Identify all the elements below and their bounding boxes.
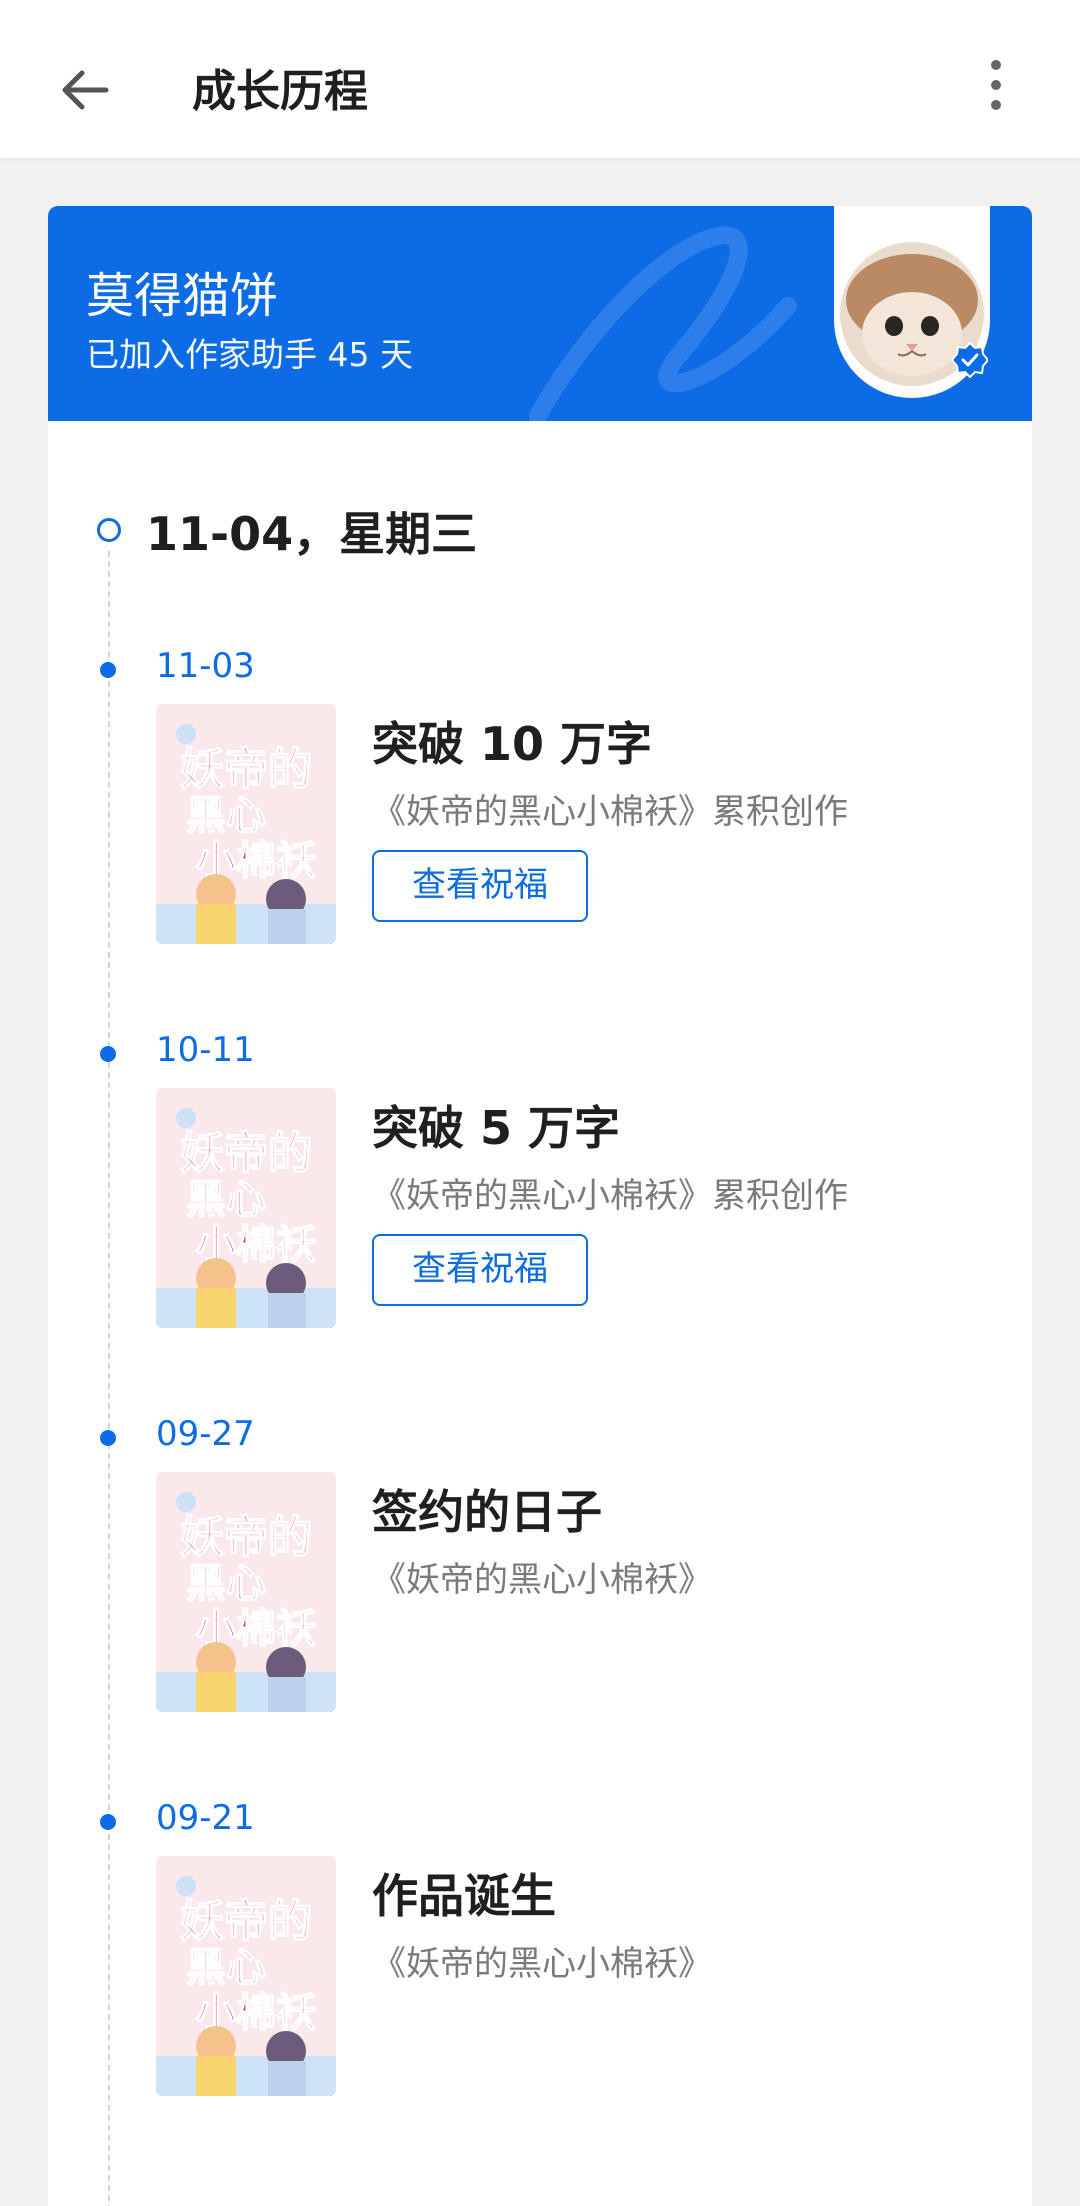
entry-date: 10-11 [156,1030,255,1070]
user-name: 莫得猫饼 [86,268,279,324]
entry-subtitle: 《妖帝的黑心小棉袄》累积创作 [372,1176,848,1216]
entry-title: 突破 10 万字 [372,717,653,771]
timeline-dot [100,1430,116,1446]
entry-subtitle: 《妖帝的黑心小棉袄》 [372,1944,712,1984]
growth-card: 莫得猫饼 已加入作家助手 45 天 11-04，星期三 11-03 突破 10 … [48,206,1032,2206]
book-cover[interactable] [156,1088,336,1328]
entry-date: 09-27 [156,1414,255,1454]
arrow-left-icon [62,70,109,110]
entry-title: 作品诞生 [372,1869,556,1923]
verified-badge-icon [952,342,988,378]
app-bar: 成长历程 [0,0,1080,158]
more-vertical-icon[interactable] [968,50,1024,120]
timeline-dot [100,1814,116,1830]
timeline-dot [100,1046,116,1062]
timeline-entry: 10-11 突破 5 万字 《妖帝的黑心小棉袄》累积创作 查看祝福 [48,1030,1032,1360]
avatar-frame [834,206,990,398]
timeline-entry: 09-21 作品诞生 《妖帝的黑心小棉袄》 [48,1798,1032,2128]
entry-date: 09-21 [156,1798,255,1838]
entry-date: 11-03 [156,646,255,686]
view-blessing-button[interactable]: 查看祝福 [372,1234,588,1306]
timeline-entry: 09-27 签约的日子 《妖帝的黑心小棉袄》 [48,1414,1032,1744]
book-cover[interactable] [156,1856,336,2096]
entry-subtitle: 《妖帝的黑心小棉袄》 [372,1560,712,1600]
entry-title: 签约的日子 [372,1485,602,1539]
joined-days-text: 已加入作家助手 45 天 [86,335,413,374]
page-title: 成长历程 [192,66,368,117]
back-button[interactable] [40,45,130,135]
today-marker [97,518,121,542]
timeline-entry: 11-03 突破 10 万字 《妖帝的黑心小棉袄》累积创作 查看祝福 [48,646,1032,976]
timeline-dot [100,662,116,678]
banner-decoration [529,226,797,421]
book-cover[interactable] [156,1472,336,1712]
view-blessing-button[interactable]: 查看祝福 [372,850,588,922]
profile-banner: 莫得猫饼 已加入作家助手 45 天 [48,206,1032,421]
book-cover[interactable] [156,704,336,944]
entry-subtitle: 《妖帝的黑心小棉袄》累积创作 [372,792,848,832]
entry-title: 突破 5 万字 [372,1101,621,1155]
today-label: 11-04，星期三 [146,507,478,561]
